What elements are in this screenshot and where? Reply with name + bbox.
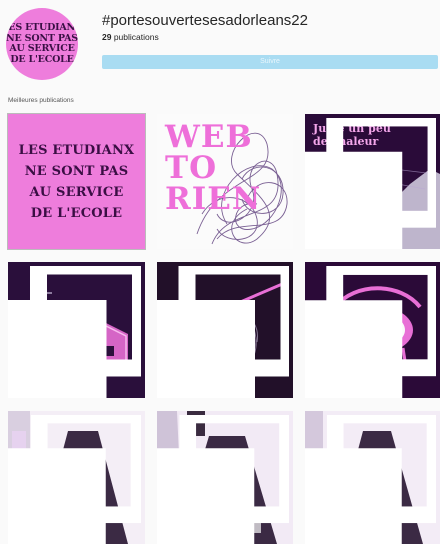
post-tile[interactable]: WEB TO RIEN — [157, 114, 293, 249]
multiple-photos-icon — [305, 118, 436, 249]
multiple-photos-icon — [8, 415, 141, 544]
poster-line: TO — [165, 150, 218, 186]
posts-grid: LES ETUDIANX NE SONT PAS AU SERVICE DE L… — [0, 0, 440, 544]
post-tile[interactable]: Juste un peu de chaleur — [305, 114, 440, 249]
post-tile[interactable] — [8, 411, 145, 544]
post-tile[interactable] — [157, 411, 293, 544]
post-tile[interactable] — [8, 262, 145, 398]
post-tile[interactable] — [157, 262, 293, 398]
post-tile[interactable]: LES ETUDIANX NE SONT PAS AU SERVICE DE L… — [7, 113, 146, 250]
poster-line: RIEN — [165, 181, 262, 217]
multiple-photos-icon — [305, 415, 436, 544]
poster-line: LES ETUDIANX — [18, 142, 135, 158]
poster-line: AU SERVICE — [29, 184, 124, 200]
poster-text: WEB TO RIEN — [165, 122, 261, 215]
multiple-photos-icon — [157, 266, 289, 398]
poster-line: DE L'ECOLE — [30, 205, 123, 221]
poster-line: WEB — [165, 119, 253, 155]
multiple-photos-icon — [157, 415, 289, 544]
poster-line: NE SONT PAS — [24, 163, 129, 179]
post-tile[interactable] — [305, 411, 440, 544]
multiple-photos-icon — [305, 266, 436, 398]
post-tile[interactable] — [305, 262, 440, 398]
poster-text: LES ETUDIANX NE SONT PAS AU SERVICE DE L… — [8, 114, 145, 249]
multiple-photos-icon — [8, 266, 141, 398]
